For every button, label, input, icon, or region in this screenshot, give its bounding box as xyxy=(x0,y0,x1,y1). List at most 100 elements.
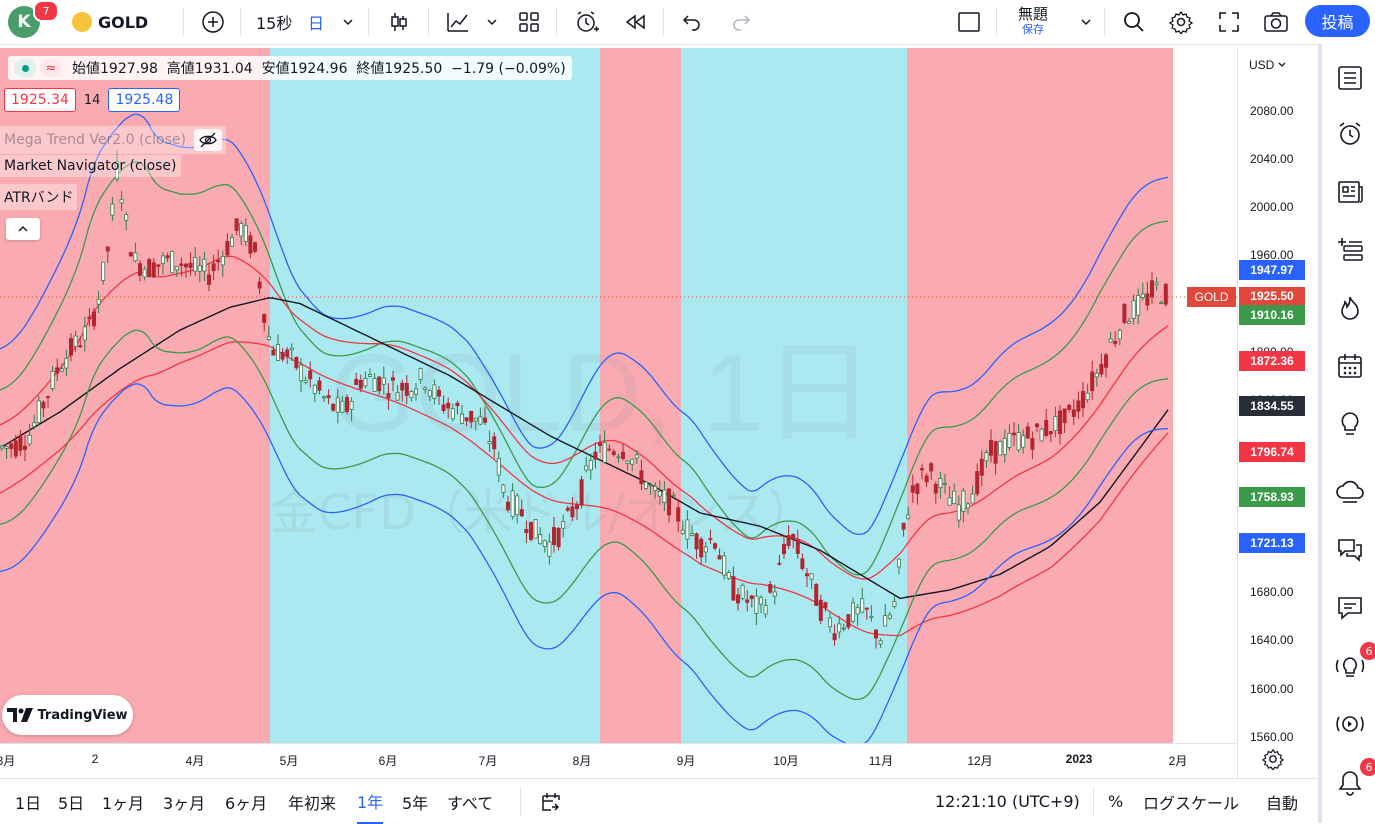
candle-body xyxy=(1035,423,1040,428)
indicator-inputs: 1925.34 14 1925.48 xyxy=(4,88,181,112)
chat-bubbles-icon[interactable] xyxy=(1330,530,1370,570)
candle-body xyxy=(252,242,257,252)
candle-body xyxy=(188,262,193,268)
range-button-6[interactable]: 年初来 xyxy=(288,779,336,824)
compare-add-icon[interactable] xyxy=(198,0,228,44)
candle-body xyxy=(285,349,290,357)
symbol-search-button[interactable]: GOLD xyxy=(72,0,148,44)
range-button-4[interactable]: 3ヶ月 xyxy=(163,779,205,824)
gear-icon[interactable] xyxy=(1167,0,1195,44)
add-list-icon[interactable] xyxy=(1330,230,1370,270)
camera-icon[interactable] xyxy=(1261,0,1291,44)
interval-day[interactable]: 日 xyxy=(308,0,324,44)
alert-clock-icon[interactable] xyxy=(572,0,602,44)
range-button-1[interactable]: 1日 xyxy=(15,779,41,824)
date-range-calendar-icon[interactable] xyxy=(540,779,562,824)
candle-body xyxy=(887,614,892,619)
candle-body xyxy=(809,573,814,580)
chevron-down-icon[interactable] xyxy=(1078,0,1094,44)
candle-body xyxy=(736,594,741,604)
candle-body xyxy=(754,595,759,614)
candle-body xyxy=(1136,295,1141,316)
percent-toggle[interactable]: % xyxy=(1108,779,1123,824)
input-right[interactable]: 1925.48 xyxy=(108,88,181,112)
undo-icon[interactable] xyxy=(678,0,706,44)
lightbulb-icon[interactable] xyxy=(1330,404,1370,444)
data-quality-icon[interactable]: ≈ xyxy=(40,59,62,77)
layout-grid-icon[interactable] xyxy=(515,0,543,44)
candle-body xyxy=(27,434,32,445)
candle-body xyxy=(105,246,110,252)
chevron-down-icon[interactable] xyxy=(340,0,356,44)
tradingview-logo[interactable]: TradingView xyxy=(2,695,133,735)
candle-body xyxy=(32,422,37,427)
price-level-label: 1721.13 xyxy=(1239,532,1305,553)
ohlc-values: 始値1927.98 高値1931.04 安値1924.96 終値1925.50 … xyxy=(72,61,566,77)
calendar-icon[interactable] xyxy=(1330,346,1370,386)
candles-icon[interactable] xyxy=(385,0,413,44)
candle-body xyxy=(262,313,267,323)
input-left[interactable]: 1925.34 xyxy=(4,88,76,112)
clock-timezone[interactable]: 12:21:10 (UTC+9) xyxy=(935,779,1080,824)
range-button-5[interactable]: 6ヶ月 xyxy=(225,779,267,824)
candle-body xyxy=(777,562,782,565)
search-icon[interactable] xyxy=(1120,0,1148,44)
range-button-7[interactable]: 1年 xyxy=(357,779,384,824)
candle-body xyxy=(46,396,51,398)
range-button-3[interactable]: 1ヶ月 xyxy=(102,779,144,824)
candle-body xyxy=(920,468,925,471)
alarm-clock-icon[interactable] xyxy=(1330,114,1370,154)
candle-body xyxy=(1012,432,1017,436)
range-button-2[interactable]: 5日 xyxy=(58,779,84,824)
hotlist-flame-icon[interactable] xyxy=(1330,288,1370,328)
range-button-8[interactable]: 5年 xyxy=(402,779,428,824)
save-label: 保存 xyxy=(1022,23,1044,36)
candle-body xyxy=(851,602,856,622)
candle-body xyxy=(1099,363,1104,375)
candle-body xyxy=(860,598,865,613)
collapse-legend-button[interactable] xyxy=(6,218,40,240)
chevron-down-icon[interactable] xyxy=(484,0,500,44)
candle-body xyxy=(897,558,902,568)
rectangle-icon[interactable] xyxy=(955,0,983,44)
layout-name-button[interactable]: 無題 保存 xyxy=(1010,0,1056,44)
candle-body xyxy=(1159,302,1164,304)
news-icon[interactable] xyxy=(1330,172,1370,212)
replay-icon[interactable] xyxy=(620,0,650,44)
eye-crossed-icon[interactable] xyxy=(193,129,222,151)
candle-body xyxy=(979,458,984,476)
candle-body xyxy=(202,258,207,272)
cloud-icon[interactable] xyxy=(1330,472,1370,512)
candle-body xyxy=(975,471,980,495)
ideas-stream-icon[interactable]: 6 xyxy=(1330,642,1375,686)
indicator-mega-trend[interactable]: Mega Trend Ver2.0 (close) xyxy=(0,126,226,154)
axis-settings-gear-icon[interactable] xyxy=(1261,748,1285,774)
time-axis[interactable]: 3月 2 4月 5月 6月 7月 8月 9月 10月 11月 12月 2023 2月 xyxy=(0,743,1285,776)
chat-icon[interactable] xyxy=(1330,588,1370,628)
indicators-icon[interactable] xyxy=(443,0,473,44)
redo-icon[interactable] xyxy=(727,0,755,44)
candle-body xyxy=(22,445,27,450)
candle-body xyxy=(1021,435,1026,448)
log-scale-toggle[interactable]: ログスケール xyxy=(1143,779,1239,824)
candle-body xyxy=(989,440,994,456)
range-button-9[interactable]: すべて xyxy=(447,779,493,824)
input-mid: 14 xyxy=(83,92,101,108)
play-stream-icon[interactable] xyxy=(1330,704,1370,744)
candle-body xyxy=(69,338,74,356)
chart-pane[interactable]: GOLD, 1日 金CFD（米ドル/オンス） ≈ 始値1927.98 高値193… xyxy=(0,48,1237,743)
publish-button[interactable]: 投稿 xyxy=(1305,5,1370,37)
indicator-market-navigator[interactable]: Market Navigator (close) xyxy=(0,155,181,177)
interval-15s[interactable]: 15秒 xyxy=(256,0,292,44)
candle-body xyxy=(984,452,989,462)
watchlist-icon[interactable] xyxy=(1330,58,1370,98)
auto-scale-toggle[interactable]: 自動 xyxy=(1266,779,1298,824)
fullscreen-icon[interactable] xyxy=(1215,0,1243,44)
currency-selector[interactable]: USD xyxy=(1249,58,1287,72)
price-axis[interactable]: USD 2080.002040.002000.001960.001880.001… xyxy=(1237,48,1316,778)
bell-icon[interactable]: 6 xyxy=(1330,758,1375,802)
candle-body xyxy=(142,268,147,278)
market-status-icon[interactable] xyxy=(14,59,36,77)
candle-body xyxy=(818,599,823,621)
indicator-atr-band[interactable]: ATRバンド xyxy=(0,184,78,210)
